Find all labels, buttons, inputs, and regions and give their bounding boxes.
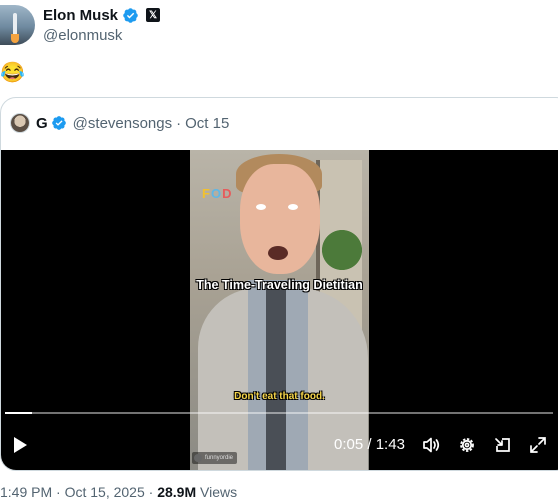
settings-gear-icon <box>460 438 474 452</box>
video-caption-title: The Time-Traveling Dietitian <box>196 278 363 292</box>
picture-in-picture-icon <box>495 438 510 452</box>
fullscreen-button[interactable] <box>528 435 548 455</box>
author-display-name[interactable]: Elon Musk <box>43 7 118 24</box>
video-progress-bar[interactable] <box>5 412 553 414</box>
quoted-tweet-date[interactable]: Oct 15 <box>185 115 229 132</box>
tweet-text: 😂 <box>0 62 25 84</box>
quoted-tweet-card[interactable]: G @stevensongs · Oct 15 FOD The Time-Tra… <box>0 97 558 471</box>
duration: 1:43 <box>375 436 405 453</box>
settings-button[interactable] <box>457 435 477 455</box>
video-player[interactable]: FOD The Time-Traveling Dietitian Don't e… <box>1 150 558 470</box>
volume-button[interactable] <box>421 435 441 455</box>
video-progress-fill <box>5 412 33 414</box>
play-icon[interactable] <box>11 436 29 454</box>
author-avatar[interactable] <box>0 5 35 45</box>
tweet-meta: 1:49 PM · Oct 15, 2025 · 28.9M Views <box>0 483 237 501</box>
fullscreen-icon <box>530 437 546 453</box>
author-name-row: Elon Musk 𝕏 <box>43 6 161 24</box>
quoted-author-handle[interactable]: @stevensongs <box>73 115 172 132</box>
separator-dot: · <box>56 484 61 500</box>
video-watermark: funnyordie <box>192 452 238 464</box>
quoted-author-name[interactable]: G <box>36 115 48 132</box>
views-count: 28.9M <box>157 484 197 500</box>
separator-dot: · <box>148 484 154 500</box>
time-separator: / <box>363 436 376 453</box>
affiliate-x-badge[interactable]: 𝕏 <box>146 8 161 22</box>
picture-in-picture-button[interactable] <box>493 435 513 455</box>
channel-logo-overlay: FOD <box>202 186 233 201</box>
quoted-tweet-header: G @stevensongs · Oct 15 <box>10 112 229 134</box>
separator-dot: · <box>176 114 182 132</box>
tweet-header: Elon Musk 𝕏 @elonmusk <box>0 0 558 50</box>
author-handle[interactable]: @elonmusk <box>43 27 122 44</box>
video-time: 0:05 / 1:43 <box>334 436 405 454</box>
tweet-time[interactable]: 1:49 PM <box>0 484 52 500</box>
video-caption-subtitle: Don't eat that food. <box>234 391 325 402</box>
video-frame: FOD The Time-Traveling Dietitian Don't e… <box>190 150 369 470</box>
current-time: 0:05 <box>334 436 364 453</box>
verified-badge-icon[interactable] <box>122 7 139 24</box>
views-label: Views <box>200 484 238 500</box>
tweet-date[interactable]: Oct 15, 2025 <box>65 484 145 500</box>
verified-badge-icon <box>51 116 66 130</box>
quoted-author-avatar[interactable] <box>10 113 30 133</box>
volume-icon <box>423 437 440 453</box>
